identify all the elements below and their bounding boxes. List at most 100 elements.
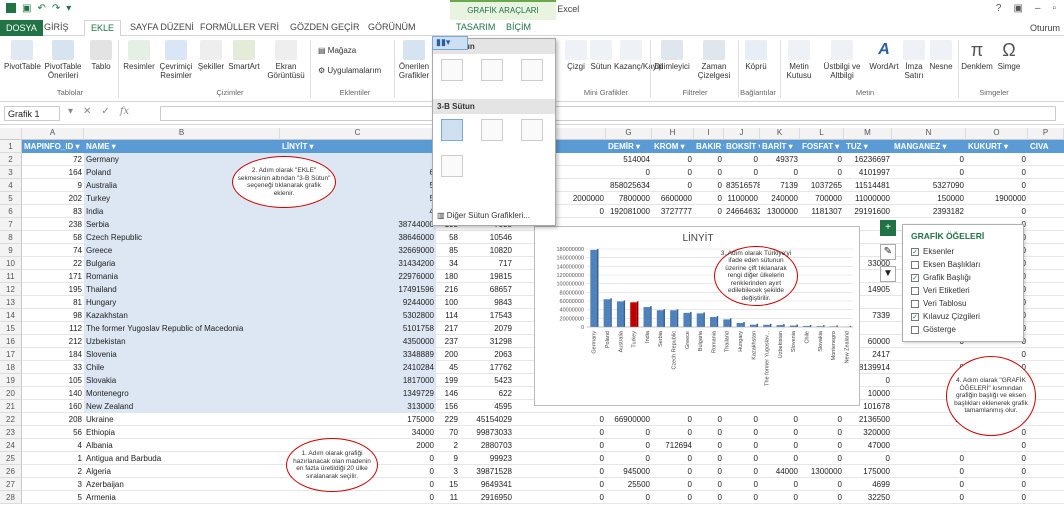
cell-h[interactable]: 0 [652,179,694,192]
recommended-pivottables-button[interactable]: PivotTable Önerileri [40,40,86,80]
row-header[interactable]: 19 [0,374,22,387]
slicer-button[interactable]: Dilimleyici [652,40,692,71]
screenshot-button[interactable]: Ekran Görüntüsü [264,40,308,80]
cell-b[interactable]: Antigua and Barbuda [84,452,280,465]
cell-b[interactable]: Hungary [84,296,280,309]
cell-d[interactable]: 146 [436,387,460,400]
cell-k[interactable]: 49373 [760,153,800,166]
cell-m[interactable]: 16236697 [844,153,892,166]
cell-b[interactable]: Montenegro [84,387,280,400]
header-cell-n[interactable]: MANGANEZ ▾ [892,140,966,153]
tab-format[interactable]: BİÇİM [506,22,531,32]
cell-i[interactable]: 0 [694,478,724,491]
chart-element-option[interactable]: ✓ Eksenler [911,247,954,256]
cell-e[interactable]: 4595 [460,400,514,413]
cell-k[interactable]: 0 [760,452,800,465]
cell-e[interactable]: 2079 [460,322,514,335]
cell-c[interactable]: 4350000 [280,335,436,348]
column-header-n[interactable]: N [892,128,966,140]
cell-g[interactable]: 25500 [606,478,652,491]
cell-k[interactable]: 0 [760,413,800,426]
cell-e[interactable]: 17543 [460,309,514,322]
cell-g[interactable]: 7800000 [606,192,652,205]
cell-m[interactable]: 0 [844,452,892,465]
cell-h[interactable]: 0 [652,465,694,478]
cell-c[interactable]: 17491596 [280,283,436,296]
cell-g[interactable]: 514004 [606,153,652,166]
tab-insert[interactable]: EKLE [84,20,122,37]
tab-data[interactable]: VERİ [258,22,279,32]
cell-i[interactable]: 0 [694,192,724,205]
cell-l[interactable]: 0 [800,166,844,179]
tab-design[interactable]: TASARIM [456,22,495,32]
cell-d[interactable]: 34 [436,257,460,270]
object-button[interactable]: Nesne [928,40,954,71]
cell-h[interactable]: 0 [652,491,694,504]
my-apps-button[interactable]: ⚙ Uygulamalarım [318,66,390,75]
online-pictures-button[interactable]: Çevrimiçi Resimler [156,40,196,80]
row-header[interactable]: 26 [0,465,22,478]
fx-icon[interactable]: fx [120,106,129,117]
cell-a[interactable]: 202 [22,192,84,205]
cell-d[interactable]: 11 [436,491,460,504]
cell-b[interactable]: Uzbekistan [84,335,280,348]
column-header-c[interactable]: C [280,128,436,140]
select-all-corner[interactable] [0,128,22,140]
cell-e[interactable]: 10546 [460,231,514,244]
cell-b[interactable]: Armenia [84,491,280,504]
cell-l[interactable]: 0 [800,478,844,491]
cell-j[interactable]: 0 [724,413,760,426]
cell-o[interactable]: 0 [966,478,1028,491]
text-box-button[interactable]: Metin Kutusu [782,40,816,80]
cell-a[interactable]: 5 [22,491,84,504]
signature-line-button[interactable]: İmza Satırı [900,40,928,80]
cell-j[interactable]: 24664632 [724,205,760,218]
cell-i[interactable]: 0 [694,166,724,179]
cell-a[interactable]: 98 [22,309,84,322]
cell-nn[interactable] [892,426,966,439]
cancel-icon[interactable]: ✕ [83,106,91,117]
cell-l[interactable]: 0 [800,491,844,504]
sign-in-link[interactable]: Oturum [1030,23,1060,33]
cell-c[interactable]: 2410284 [280,361,436,374]
column-header-m[interactable]: M [844,128,892,140]
row-header[interactable]: 1 [0,140,22,153]
tab-view[interactable]: GÖRÜNÜM [368,22,416,32]
cell-e[interactable]: 99923 [460,452,514,465]
symbol-button[interactable]: Ω Simge [994,40,1024,71]
cell-nn[interactable]: 5327090 [892,179,966,192]
cell-d[interactable]: 15 [436,478,460,491]
100-stacked-column-2d-option[interactable] [521,59,543,81]
cell-m[interactable]: 320000 [844,426,892,439]
cell-l[interactable]: 0 [800,452,844,465]
tab-page-layout[interactable]: SAYFA DÜZENİ [130,22,194,32]
row-header[interactable]: 3 [0,166,22,179]
cell-e[interactable]: 2063 [460,348,514,361]
cell-i[interactable]: 0 [694,413,724,426]
cell-d[interactable]: 100 [436,296,460,309]
row-header[interactable]: 15 [0,322,22,335]
equation-button[interactable]: π Denklem [960,40,994,71]
cell-m[interactable]: 175000 [844,465,892,478]
column-header-i[interactable]: I [694,128,724,140]
cell-g[interactable]: 0 [606,452,652,465]
cell-d[interactable]: 58 [436,231,460,244]
cell-d[interactable]: 199 [436,374,460,387]
cell-c[interactable]: 313000 [280,400,436,413]
cell-a[interactable]: 164 [22,166,84,179]
cell-d[interactable]: 217 [436,322,460,335]
column-header-a[interactable]: A [22,128,84,140]
cell-b[interactable]: Thailand [84,283,280,296]
cell-h[interactable]: 0 [652,413,694,426]
cell-a[interactable]: 171 [22,270,84,283]
cell-k[interactable]: 44000 [760,465,800,478]
stacked-column-3d-option[interactable] [481,119,503,141]
header-cell-c[interactable]: LİNYİT ▾ [280,140,436,153]
cell-a[interactable]: 195 [22,283,84,296]
cell-b[interactable]: Romania [84,270,280,283]
cell-a[interactable]: 72 [22,153,84,166]
cell-m[interactable]: 32250 [844,491,892,504]
cell-e[interactable]: 31298 [460,335,514,348]
cell-e[interactable]: 5423 [460,374,514,387]
cell-e[interactable]: 45154029 [460,413,514,426]
